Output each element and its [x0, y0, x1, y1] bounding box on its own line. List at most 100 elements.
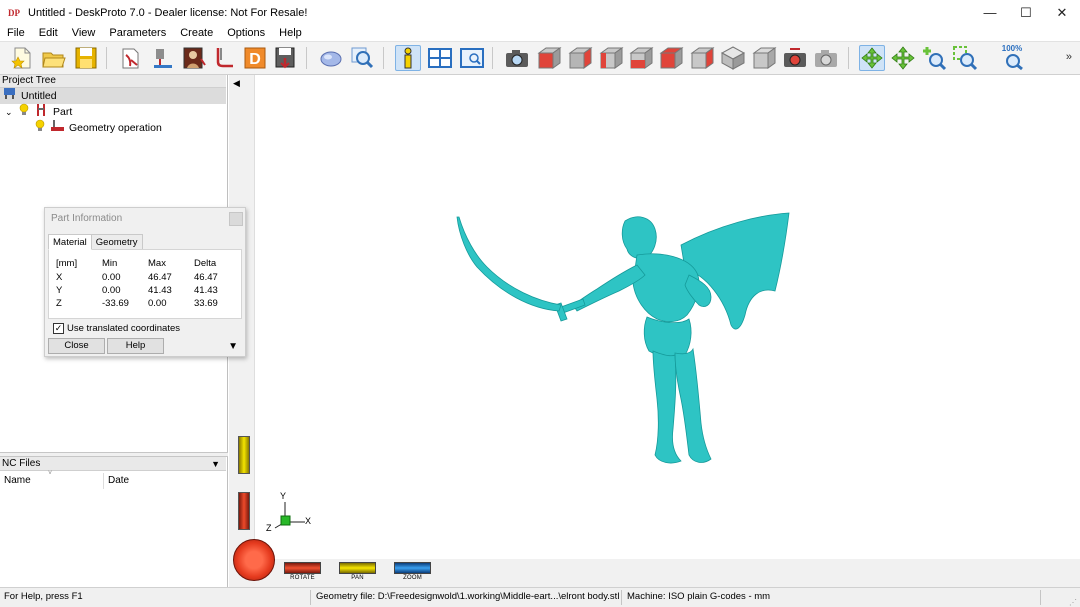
tab-material[interactable]: Material	[48, 234, 92, 250]
menu-view[interactable]: View	[65, 25, 103, 41]
row-delta: 46.47	[194, 272, 218, 283]
lightbulb-icon[interactable]	[19, 103, 32, 121]
import-geometry-icon[interactable]	[118, 45, 144, 71]
title-bar: DP Untitled - DeskProto 7.0 - Dealer lic…	[0, 0, 1080, 25]
menu-options[interactable]: Options	[220, 25, 272, 41]
close-button[interactable]: Close	[48, 338, 105, 354]
tree-item-label: Part	[53, 106, 73, 118]
view-left-icon[interactable]	[598, 45, 624, 71]
model-render[interactable]	[449, 205, 799, 465]
menu-create[interactable]: Create	[173, 25, 220, 41]
column-header-delta: Delta	[194, 258, 217, 269]
view-bottom-icon[interactable]	[689, 45, 715, 71]
tree-item-part[interactable]: ⌄ Part	[0, 103, 226, 121]
lightbulb-icon[interactable]	[35, 119, 48, 137]
dimensions-grid: [mm] Min Max Delta X 0.00 46.47 46.47 Y …	[48, 249, 242, 319]
column-date-label: Date	[108, 475, 130, 486]
3d-viewport[interactable]: ◀ ROTATE PAN ZOOM Y X Z	[229, 75, 1080, 587]
shaded-view-icon[interactable]	[318, 45, 344, 71]
column-header-unit: [mm]	[56, 258, 78, 269]
checkmark-icon[interactable]: ✓	[53, 323, 64, 334]
vector-icon[interactable]	[212, 45, 238, 71]
part-information-dialog: Part Information Material Geometry [mm] …	[44, 207, 246, 357]
view-back-icon[interactable]	[567, 45, 593, 71]
column-header-date[interactable]: Date	[104, 473, 226, 489]
use-translated-coordinates-checkbox[interactable]: ✓ Use translated coordinates	[53, 323, 180, 334]
project-icon	[3, 87, 17, 105]
status-help: For Help, press F1	[4, 591, 83, 602]
menu-help[interactable]: Help	[272, 25, 309, 41]
rotate-slider[interactable]	[284, 562, 321, 574]
dwg-icon[interactable]: D	[242, 45, 268, 71]
pan-icon[interactable]	[890, 45, 916, 71]
expand-down-icon[interactable]: ▼	[228, 341, 238, 352]
menu-edit[interactable]: Edit	[32, 25, 65, 41]
zoom-box-icon[interactable]	[952, 45, 978, 71]
zoom-percent-label: 100%	[1001, 44, 1023, 53]
save-icon[interactable]	[73, 45, 99, 71]
save-nc-icon[interactable]	[272, 45, 298, 71]
row-min: 0.00	[102, 272, 121, 283]
main-toolbar: D 100% »	[0, 41, 1080, 75]
chevron-down-icon[interactable]: ⌄	[5, 104, 15, 120]
caret-down-icon[interactable]: ▼	[211, 458, 220, 471]
row-axis: Z	[56, 298, 62, 309]
zoom-slider[interactable]	[394, 562, 431, 574]
tree-item-label: Geometry operation	[69, 122, 162, 134]
row-axis: Y	[56, 285, 63, 296]
info-icon[interactable]	[395, 45, 421, 71]
status-machine: Machine: ISO plain G-codes - mm	[627, 591, 771, 602]
zoom-in-icon[interactable]	[921, 45, 947, 71]
pan-vertical-slider[interactable]	[238, 436, 250, 474]
menu-file[interactable]: File	[0, 25, 32, 41]
capture-icon[interactable]	[813, 45, 839, 71]
screen-view-icon[interactable]	[459, 45, 485, 71]
status-bar: For Help, press F1 Geometry file: D:\Fre…	[0, 587, 1080, 607]
svg-text:D: D	[249, 51, 261, 68]
axis-triad: Y X Z	[265, 490, 315, 540]
bitmap-icon[interactable]	[181, 45, 207, 71]
help-button[interactable]: Help	[107, 338, 164, 354]
rotate-dial[interactable]	[233, 539, 275, 581]
new-file-icon[interactable]	[9, 45, 35, 71]
collapse-left-icon[interactable]: ◀	[233, 78, 240, 89]
row-delta: 41.43	[194, 285, 218, 296]
row-max: 46.47	[148, 272, 172, 283]
operation-icon	[50, 119, 66, 137]
tile-view-icon[interactable]	[427, 45, 453, 71]
tree-item-geometry-operation[interactable]: Geometry operation	[0, 119, 226, 137]
checkbox-label: Use translated coordinates	[67, 323, 181, 334]
tab-geometry[interactable]: Geometry	[90, 234, 143, 250]
view-right-icon[interactable]	[628, 45, 654, 71]
rotate-icon[interactable]	[859, 45, 885, 71]
tree-item-project[interactable]: Untitled	[0, 88, 226, 104]
close-window-button[interactable]: ✕	[1044, 0, 1080, 25]
column-header-name[interactable]: Name ˅	[0, 470, 104, 489]
pan-slider-label: PAN	[351, 575, 364, 581]
zoom-window-icon[interactable]	[349, 45, 375, 71]
resize-grip-icon[interactable]: ⋰	[1069, 594, 1077, 607]
camera-icon[interactable]	[504, 45, 530, 71]
maximize-button[interactable]: ☐	[1008, 0, 1044, 25]
view-iso-b-icon[interactable]	[751, 45, 777, 71]
menu-parameters[interactable]: Parameters	[102, 25, 173, 41]
render-icon[interactable]	[782, 45, 808, 71]
sort-caret-icon: ˅	[48, 470, 53, 477]
part-to-machine-icon[interactable]	[150, 45, 176, 71]
rotate-vertical-slider[interactable]	[238, 492, 250, 530]
dialog-title: Part Information	[51, 213, 123, 224]
nc-files-columns: Name ˅ Date	[0, 470, 226, 489]
zoom-100-icon[interactable]: 100%	[999, 44, 1025, 71]
dialog-close-box[interactable]	[229, 212, 243, 226]
view-top-icon[interactable]	[658, 45, 684, 71]
minimize-button[interactable]: —	[972, 0, 1008, 25]
project-tree-header: Project Tree	[0, 75, 226, 88]
view-iso-a-icon[interactable]	[720, 45, 746, 71]
pan-slider[interactable]	[339, 562, 376, 574]
open-folder-icon[interactable]	[41, 45, 67, 71]
nc-files-header[interactable]: NC Files ▼	[0, 457, 226, 471]
view-front-icon[interactable]	[536, 45, 562, 71]
status-geometry-file: Geometry file: D:\Freedesignwold\1.worki…	[316, 591, 620, 602]
row-min: -33.69	[102, 298, 129, 309]
toolbar-overflow-button[interactable]: »	[1066, 51, 1072, 63]
